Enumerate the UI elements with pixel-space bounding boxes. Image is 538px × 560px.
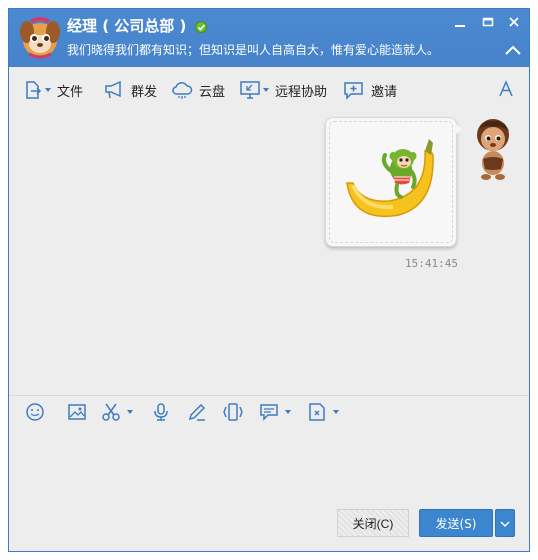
more-tools-button[interactable] <box>307 402 339 422</box>
bubble-tail <box>455 123 462 135</box>
contact-signature: 我们晓得我们都有知识；但知识是叫人自高自大，惟有爱心能造就人。 <box>67 43 440 57</box>
chevron-down-icon <box>500 521 510 528</box>
microphone-icon <box>154 403 168 421</box>
verified-icon <box>195 21 207 33</box>
maximize-icon[interactable] <box>479 13 497 31</box>
voice-button[interactable] <box>151 402 171 422</box>
toolbar-file-button[interactable]: 文件 <box>23 79 83 101</box>
minimize-icon[interactable] <box>451 13 469 31</box>
toolbar-invite-button[interactable]: 邀请 <box>343 79 397 101</box>
chevron-down-icon[interactable] <box>127 410 133 414</box>
contact-avatar[interactable] <box>19 14 61 60</box>
font-icon[interactable] <box>497 80 515 98</box>
shake-icon <box>223 403 243 421</box>
toolbar-cloud-button[interactable]: 云盘 <box>171 79 225 101</box>
document-icon <box>309 403 325 421</box>
chevron-down-icon[interactable] <box>263 88 269 92</box>
shake-button[interactable] <box>223 402 243 422</box>
toolbar-remote-button[interactable]: 远程协助 <box>239 79 327 101</box>
message-input[interactable] <box>9 427 529 517</box>
image-button[interactable] <box>67 402 87 422</box>
message-history-button[interactable] <box>259 402 291 422</box>
toolbar-remote-label: 远程协助 <box>275 84 328 100</box>
main-toolbar: 文件 群发 云盘 远程协助 邀请 <box>9 67 529 109</box>
toolbar-broadcast-button[interactable]: 群发 <box>103 79 157 101</box>
banana-monkey-sticker[interactable] <box>343 131 439 223</box>
close-icon[interactable] <box>505 13 523 31</box>
broadcast-icon <box>105 80 121 99</box>
window-title: 经理 ( 公司总部 ) <box>67 17 187 35</box>
send-options-button[interactable] <box>495 509 515 537</box>
chevron-down-icon[interactable] <box>45 88 51 92</box>
toolbar-invite-label: 邀请 <box>371 84 398 100</box>
pen-icon <box>188 403 206 421</box>
chat-history[interactable]: 15:41:45 <box>9 109 529 394</box>
chevron-up-icon[interactable] <box>503 43 523 57</box>
close-button[interactable]: 关闭(C) <box>337 509 409 537</box>
invite-icon <box>344 82 363 100</box>
cloud-icon <box>172 82 193 99</box>
screenshot-button[interactable] <box>101 402 133 422</box>
send-button[interactable]: 发送(S) <box>419 509 493 537</box>
chevron-down-icon[interactable] <box>333 410 339 414</box>
toolbar-cloud-label: 云盘 <box>199 84 226 100</box>
footer: 关闭(C) 发送(S) <box>9 509 529 551</box>
emoji-icon <box>26 403 44 421</box>
chat-window: 经理 ( 公司总部 ) 我们晓得我们都有知识；但知识是叫人自高自大，惟有爱心能造… <box>8 8 530 552</box>
user-avatar[interactable] <box>471 115 515 181</box>
title-bar[interactable]: 经理 ( 公司总部 ) 我们晓得我们都有知识；但知识是叫人自高自大，惟有爱心能造… <box>9 9 529 67</box>
message-timestamp: 15:41:45 <box>405 257 458 270</box>
file-send-icon <box>26 81 42 99</box>
toolbar-file-label: 文件 <box>57 84 84 100</box>
handwriting-button[interactable] <box>187 402 207 422</box>
emoji-button[interactable] <box>25 402 45 422</box>
scissors-icon <box>102 403 120 421</box>
toolbar-broadcast-label: 群发 <box>131 84 158 100</box>
input-toolbar <box>9 395 529 427</box>
message-history-icon <box>260 404 278 421</box>
remote-assist-icon <box>240 81 260 99</box>
image-icon <box>68 404 86 420</box>
chevron-down-icon[interactable] <box>285 410 291 414</box>
